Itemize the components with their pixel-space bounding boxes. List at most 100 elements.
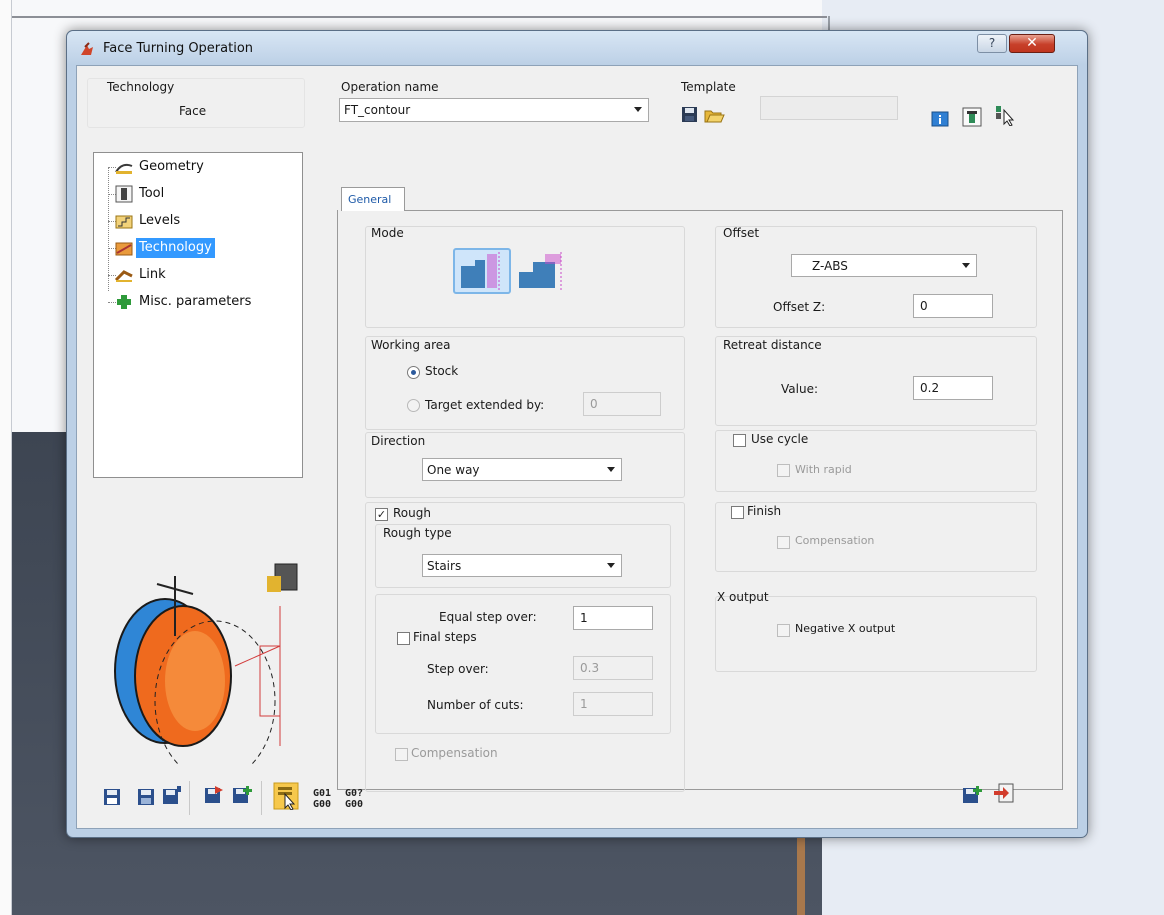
mode-face-target-button[interactable]	[515, 250, 573, 296]
operation-name-value: FT_contour	[344, 103, 411, 117]
mode-target-icon	[519, 252, 562, 290]
rough-type-combo[interactable]: Stairs	[422, 554, 622, 577]
equal-step-over-input[interactable]: 1	[573, 606, 653, 630]
face-turning-illustration	[114, 563, 298, 766]
negative-x-output-label: Negative X output	[795, 622, 896, 635]
gcode-g0-icon[interactable]: G0? G00	[345, 788, 363, 810]
save-template-icon[interactable]	[679, 104, 701, 126]
plus-icon	[117, 295, 131, 309]
close-button[interactable]: ✕	[1009, 34, 1055, 53]
finish-compensation-checkbox[interactable]	[777, 536, 790, 549]
simulate-icon[interactable]	[273, 782, 299, 810]
help-button[interactable]: ?	[977, 34, 1007, 53]
tree-item-misc-parameters[interactable]: Misc. parameters	[136, 292, 254, 312]
tree-line	[108, 167, 109, 291]
direction-value: One way	[427, 463, 480, 477]
gcode-g01-icon[interactable]: G01 G00	[313, 788, 331, 810]
gcode1-bottom: G00	[313, 799, 332, 810]
desktop-brown-strip	[797, 836, 805, 915]
offset-type-combo[interactable]: Z-ABS	[791, 254, 977, 277]
use-cycle-label: Use cycle	[751, 432, 809, 446]
number-of-cuts-input[interactable]: 1	[573, 692, 653, 716]
compensation-checkbox[interactable]	[395, 748, 408, 761]
finish-compensation-label: Compensation	[795, 534, 875, 547]
with-rapid-checkbox[interactable]	[777, 464, 790, 477]
with-rapid-label: With rapid	[795, 463, 852, 476]
offset-type-value: Z-ABS	[812, 259, 848, 273]
direction-combo[interactable]: One way	[422, 458, 622, 481]
template-field[interactable]	[760, 96, 898, 120]
gcode1-top: G01	[313, 788, 332, 799]
mode-face-stock-button[interactable]	[453, 248, 511, 294]
compensation-label: Compensation	[411, 746, 498, 760]
target-extended-radio[interactable]	[407, 399, 420, 412]
direction-label: Direction	[371, 434, 426, 448]
levels-icon	[115, 215, 133, 229]
final-steps-checkbox[interactable]	[397, 632, 410, 645]
rough-label: Rough	[393, 506, 431, 520]
info-icon[interactable]	[929, 108, 951, 130]
tree-item-link[interactable]: Link	[136, 265, 169, 285]
retreat-value-input[interactable]: 0.2	[913, 376, 993, 400]
save-calculate-icon[interactable]	[203, 784, 225, 806]
template-label: Template	[681, 80, 736, 94]
chevron-down-icon	[607, 563, 615, 568]
exit-icon[interactable]	[993, 782, 1015, 804]
equal-step-over-label: Equal step over:	[439, 610, 537, 624]
negative-x-output-checkbox[interactable]	[777, 624, 790, 637]
gcode2-bottom: G00	[345, 799, 364, 810]
cursor-help-icon[interactable]	[995, 104, 1017, 126]
save-icon[interactable]	[101, 786, 123, 808]
stock-label: Stock	[425, 364, 459, 378]
operation-name-label: Operation name	[341, 80, 439, 94]
offset-z-label: Offset Z:	[773, 300, 826, 314]
save-and-add-icon[interactable]	[961, 784, 983, 806]
step-over-label: Step over:	[427, 662, 489, 676]
offset-label: Offset	[723, 226, 760, 240]
title-bar[interactable]: Face Turning Operation ? ✕	[67, 31, 1087, 65]
x-output-label: X output	[717, 590, 769, 604]
rough-checkbox[interactable]: ✓	[375, 508, 388, 521]
tab-general[interactable]: General	[341, 187, 405, 211]
step-over-input[interactable]: 0.3	[573, 656, 653, 680]
gcode2-top: G0?	[345, 788, 364, 799]
app-icon	[81, 42, 93, 55]
tree-item-levels[interactable]: Levels	[136, 211, 183, 231]
number-of-cuts-label: Number of cuts:	[427, 698, 524, 712]
target-extended-input[interactable]: 0	[583, 392, 661, 416]
desktop-edge	[0, 0, 12, 915]
dialog-client: Technology Face Operation name FT_contou…	[76, 65, 1078, 829]
geometry-icon	[115, 163, 133, 174]
chevron-down-icon	[962, 263, 970, 268]
tool-info-icon[interactable]	[961, 106, 983, 128]
technology-icon	[115, 242, 133, 256]
open-template-icon[interactable]	[703, 104, 725, 126]
retreat-value-label: Value:	[781, 382, 818, 396]
operation-name-combo[interactable]: FT_contour	[339, 98, 649, 122]
parameter-tree[interactable]: Geometry Tool Levels Technology Link Mis…	[93, 152, 303, 478]
tool-icon	[115, 185, 133, 203]
target-extended-label: Target extended by:	[425, 398, 545, 412]
desktop-line	[12, 16, 827, 18]
tree-item-geometry[interactable]: Geometry	[136, 157, 207, 177]
rough-type-label: Rough type	[383, 526, 452, 540]
toolbar-separator	[189, 781, 190, 815]
mode-face-icon	[461, 252, 500, 290]
finish-label: Finish	[747, 504, 782, 518]
working-area-label: Working area	[371, 338, 451, 352]
save-add-icon[interactable]	[231, 784, 253, 806]
tree-item-technology[interactable]: Technology	[136, 238, 215, 258]
face-turning-dialog: Face Turning Operation ? ✕ Technology Fa…	[66, 30, 1088, 838]
tree-item-tool[interactable]: Tool	[136, 184, 167, 204]
save-copy-icon[interactable]	[135, 786, 157, 808]
chevron-down-icon	[607, 467, 615, 472]
technology-value: Face	[179, 104, 207, 118]
finish-checkbox[interactable]	[731, 506, 744, 519]
use-cycle-checkbox[interactable]	[733, 434, 746, 447]
offset-z-input[interactable]: 0	[913, 294, 993, 318]
stock-radio[interactable]	[407, 366, 420, 379]
technology-label: Technology	[107, 80, 175, 94]
save-all-icon[interactable]	[161, 784, 183, 806]
rough-type-value: Stairs	[427, 559, 462, 573]
toolbar-separator	[261, 781, 262, 815]
